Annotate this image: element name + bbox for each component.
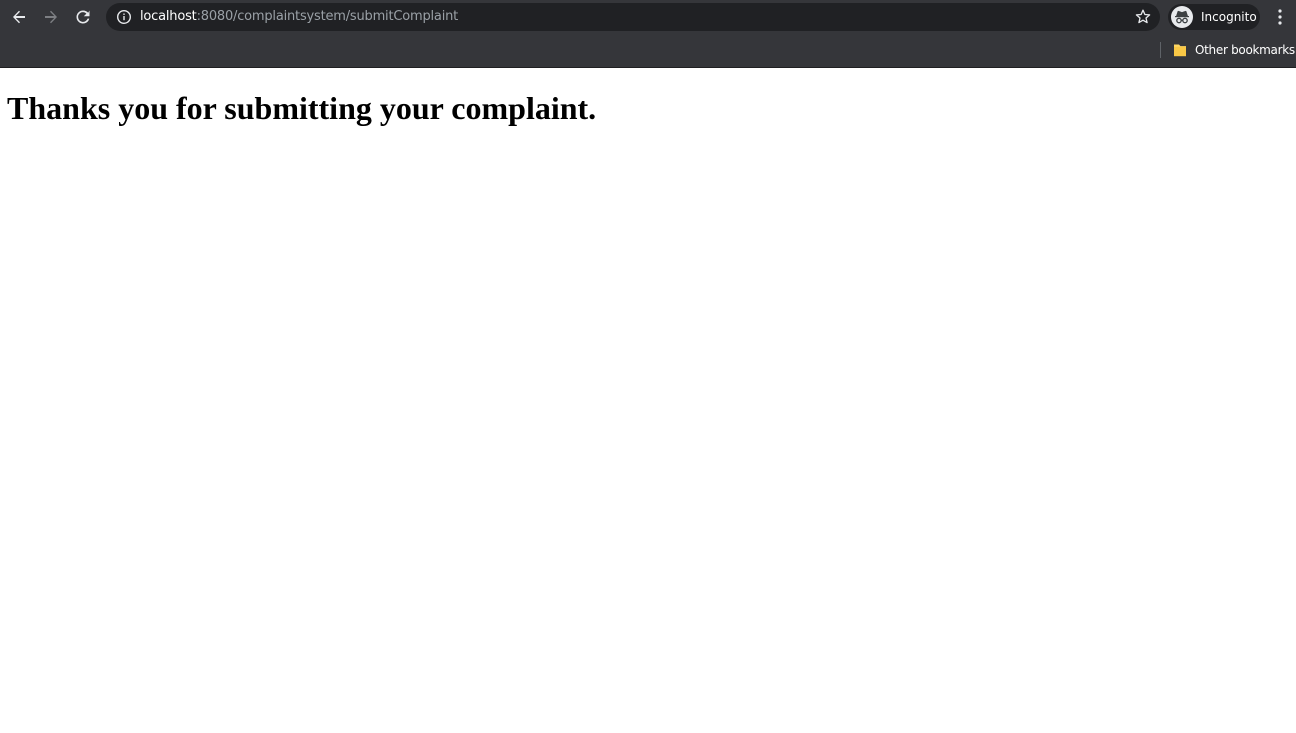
back-arrow-icon bbox=[13, 10, 25, 24]
reload-icon bbox=[76, 10, 90, 24]
star-icon[interactable] bbox=[1134, 8, 1152, 26]
info-icon[interactable] bbox=[116, 9, 132, 25]
forward-arrow-icon bbox=[45, 10, 57, 24]
kebab-menu-icon[interactable] bbox=[1270, 6, 1290, 28]
url-text[interactable]: localhost:8080/complaintsystem/submitCom… bbox=[140, 9, 458, 25]
incognito-icon bbox=[1171, 6, 1193, 28]
browser-chrome: localhost:8080/complaintsystem/submitCom… bbox=[0, 0, 1296, 68]
bookmarks-separator bbox=[1160, 42, 1161, 58]
profile-label: Incognito bbox=[1201, 10, 1257, 24]
other-bookmarks-button[interactable]: Other bookmarks bbox=[1170, 39, 1295, 61]
browser-toolbar: localhost:8080/complaintsystem/submitCom… bbox=[0, 0, 1296, 34]
profile-button[interactable]: Incognito bbox=[1168, 4, 1260, 30]
url-host: localhost bbox=[140, 9, 197, 24]
folder-icon bbox=[1174, 44, 1186, 57]
forward-button[interactable] bbox=[38, 4, 64, 30]
page-content: Thanks you for submitting your complaint… bbox=[0, 68, 1296, 733]
other-bookmarks-label: Other bookmarks bbox=[1195, 43, 1295, 57]
address-bar[interactable]: localhost:8080/complaintsystem/submitCom… bbox=[106, 3, 1160, 31]
reload-button[interactable] bbox=[70, 4, 96, 30]
confirmation-heading: Thanks you for submitting your complaint… bbox=[7, 90, 597, 126]
back-button[interactable] bbox=[6, 4, 32, 30]
bookmarks-bar: Other bookmarks bbox=[0, 34, 1296, 67]
url-path: :8080/complaintsystem/submitComplaint bbox=[196, 9, 459, 24]
